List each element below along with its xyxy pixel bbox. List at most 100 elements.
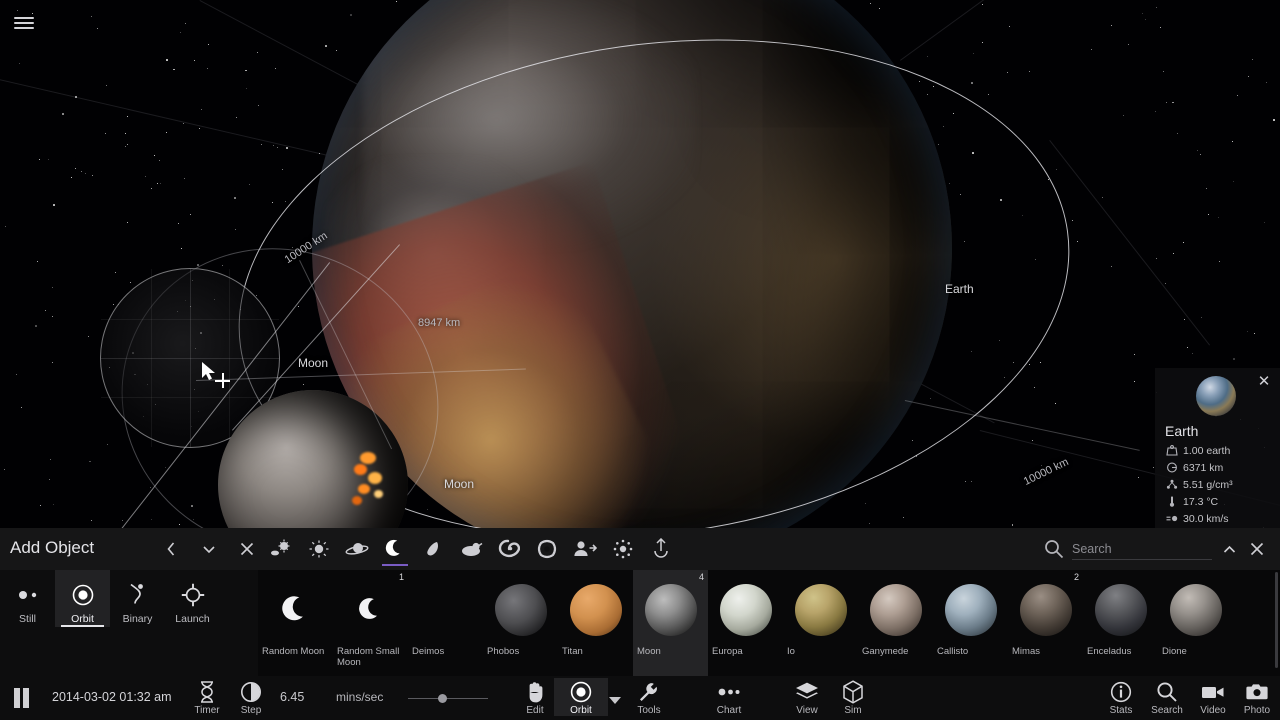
object-item[interactable]: Io <box>783 570 858 676</box>
category-star[interactable] <box>300 528 338 570</box>
toolbar-button-label: Orbit <box>570 705 592 716</box>
search-input[interactable] <box>1072 538 1212 560</box>
toolbar-button-sim[interactable]: Sim <box>826 678 880 716</box>
search-area <box>1044 534 1268 564</box>
speed-slider-knob[interactable] <box>437 694 447 703</box>
temperature-icon <box>1165 496 1179 508</box>
object-item[interactable]: 2 Mimas <box>1008 570 1083 676</box>
speed-slider[interactable] <box>408 694 488 703</box>
toolbar-button-orbit[interactable]: Orbit <box>554 678 608 716</box>
caret-down-icon[interactable] <box>608 692 622 706</box>
crescent-moon-icon <box>358 598 377 619</box>
speed-unit[interactable]: mins/sec <box>336 690 383 704</box>
object-item[interactable]: Enceladus <box>1083 570 1158 676</box>
object-list-scrollbar[interactable] <box>1275 572 1278 668</box>
cube-icon <box>826 680 880 704</box>
object-label: Random Moon <box>262 646 325 657</box>
scene-label-moon-1: Moon <box>298 356 329 370</box>
close-icon[interactable] <box>234 536 260 562</box>
toolbar-button-step[interactable]: Step <box>224 678 278 716</box>
object-list[interactable]: Random Moon 1 Random Small Moon Deimos Phobo… <box>258 570 1280 676</box>
object-item[interactable]: Europa <box>708 570 783 676</box>
object-item[interactable]: 1 Random Small Moon <box>333 570 408 676</box>
pause-icon[interactable] <box>14 688 34 708</box>
category-nebula[interactable] <box>452 528 490 570</box>
simulator-app: 10000 km 8947 km Moon Moon Earth 10000 k… <box>0 0 1280 720</box>
placement-modes: Still Orbit Binary Launch <box>0 570 258 676</box>
step-icon <box>224 680 278 704</box>
mode-binary-label: Binary <box>122 613 153 625</box>
chevron-up-icon[interactable] <box>1218 538 1240 560</box>
object-item[interactable]: Random Moon <box>258 570 333 676</box>
object-label: Europa <box>712 646 743 657</box>
chart-icon <box>702 680 756 704</box>
object-thumbnail <box>944 584 997 636</box>
category-moon[interactable] <box>376 528 414 570</box>
object-thumbnail <box>869 584 922 636</box>
object-count-badge: 1 <box>398 572 404 582</box>
category-cluster[interactable] <box>604 528 642 570</box>
scene-label-earth: Earth <box>945 282 974 296</box>
object-thumbnail <box>270 584 322 636</box>
earth-thumbnail <box>1196 376 1236 416</box>
object-item[interactable]: Titan <box>558 570 633 676</box>
object-thumbnail <box>794 584 847 636</box>
speed-value[interactable]: 6.45 <box>280 690 304 704</box>
close-icon[interactable] <box>1246 538 1268 560</box>
object-item[interactable]: Dione <box>1158 570 1233 676</box>
object-item[interactable]: Deimos <box>408 570 483 676</box>
toolbar-button-label: Step <box>240 705 262 716</box>
category-galaxy[interactable] <box>490 528 528 570</box>
toolbar-button-chart[interactable]: Chart <box>702 678 756 716</box>
hamburger-icon[interactable] <box>12 12 36 32</box>
bottom-toolbar: 2014-03-02 01:32 am 6.45 mins/sec Timer S… <box>0 676 1280 720</box>
panel-title: Add Object <box>10 538 95 557</box>
orbit-icon <box>55 582 110 608</box>
density-icon <box>1165 479 1179 491</box>
object-thumbnail <box>644 584 697 636</box>
mode-orbit[interactable]: Orbit <box>55 570 110 627</box>
stat-density: 5.51 g/cm³ <box>1165 477 1233 492</box>
radius-icon <box>1165 462 1179 474</box>
crosshair-icon <box>215 373 230 388</box>
simulation-date[interactable]: 2014-03-02 01:32 am <box>52 690 172 704</box>
mode-launch-label: Launch <box>175 613 210 625</box>
object-thumbnail <box>1094 584 1147 636</box>
camera-icon <box>1230 680 1280 704</box>
category-star-system[interactable] <box>262 528 300 570</box>
toolbar-button-tools[interactable]: Tools <box>622 678 676 716</box>
mode-still[interactable]: Still <box>0 570 55 627</box>
launch-icon <box>165 582 220 608</box>
impact-plume <box>352 452 408 512</box>
object-item[interactable]: Ganymede <box>858 570 933 676</box>
toolbar-button-photo[interactable]: Photo <box>1230 678 1280 716</box>
mode-binary[interactable]: Binary <box>110 570 165 627</box>
category-comet[interactable] <box>414 528 452 570</box>
panel-header: Add Object <box>0 528 1280 570</box>
binary-icon <box>110 582 165 608</box>
object-label: Enceladus <box>1087 646 1132 657</box>
chevron-left-icon[interactable] <box>158 536 184 562</box>
object-count-badge: 4 <box>698 572 704 582</box>
object-item[interactable]: 4 Moon <box>633 570 708 676</box>
close-icon[interactable]: ✕ <box>1256 374 1272 390</box>
chevron-down-icon[interactable] <box>196 536 222 562</box>
mode-orbit-label: Orbit <box>71 613 94 625</box>
still-icon <box>0 582 55 608</box>
stat-velocity-value: 30.0 km/s <box>1183 512 1229 525</box>
category-planet[interactable] <box>338 528 376 570</box>
object-thumbnail <box>1019 584 1072 636</box>
object-label: Ganymede <box>862 646 909 657</box>
stat-radius: 6371 km <box>1165 460 1233 475</box>
stat-density-value: 5.51 g/cm³ <box>1183 478 1233 491</box>
object-thumbnail <box>569 584 622 636</box>
category-black-hole[interactable] <box>528 528 566 570</box>
mode-still-label: Still <box>19 613 36 625</box>
info-card-stats: 1.00 earth 6371 km 5.51 g/cm³ 17.3 °C 30… <box>1165 443 1233 528</box>
category-custom[interactable] <box>566 528 604 570</box>
category-import[interactable] <box>642 528 680 570</box>
mode-launch[interactable]: Launch <box>165 570 220 627</box>
category-strip <box>262 528 922 570</box>
object-item[interactable]: Phobos <box>483 570 558 676</box>
object-item[interactable]: Callisto <box>933 570 1008 676</box>
